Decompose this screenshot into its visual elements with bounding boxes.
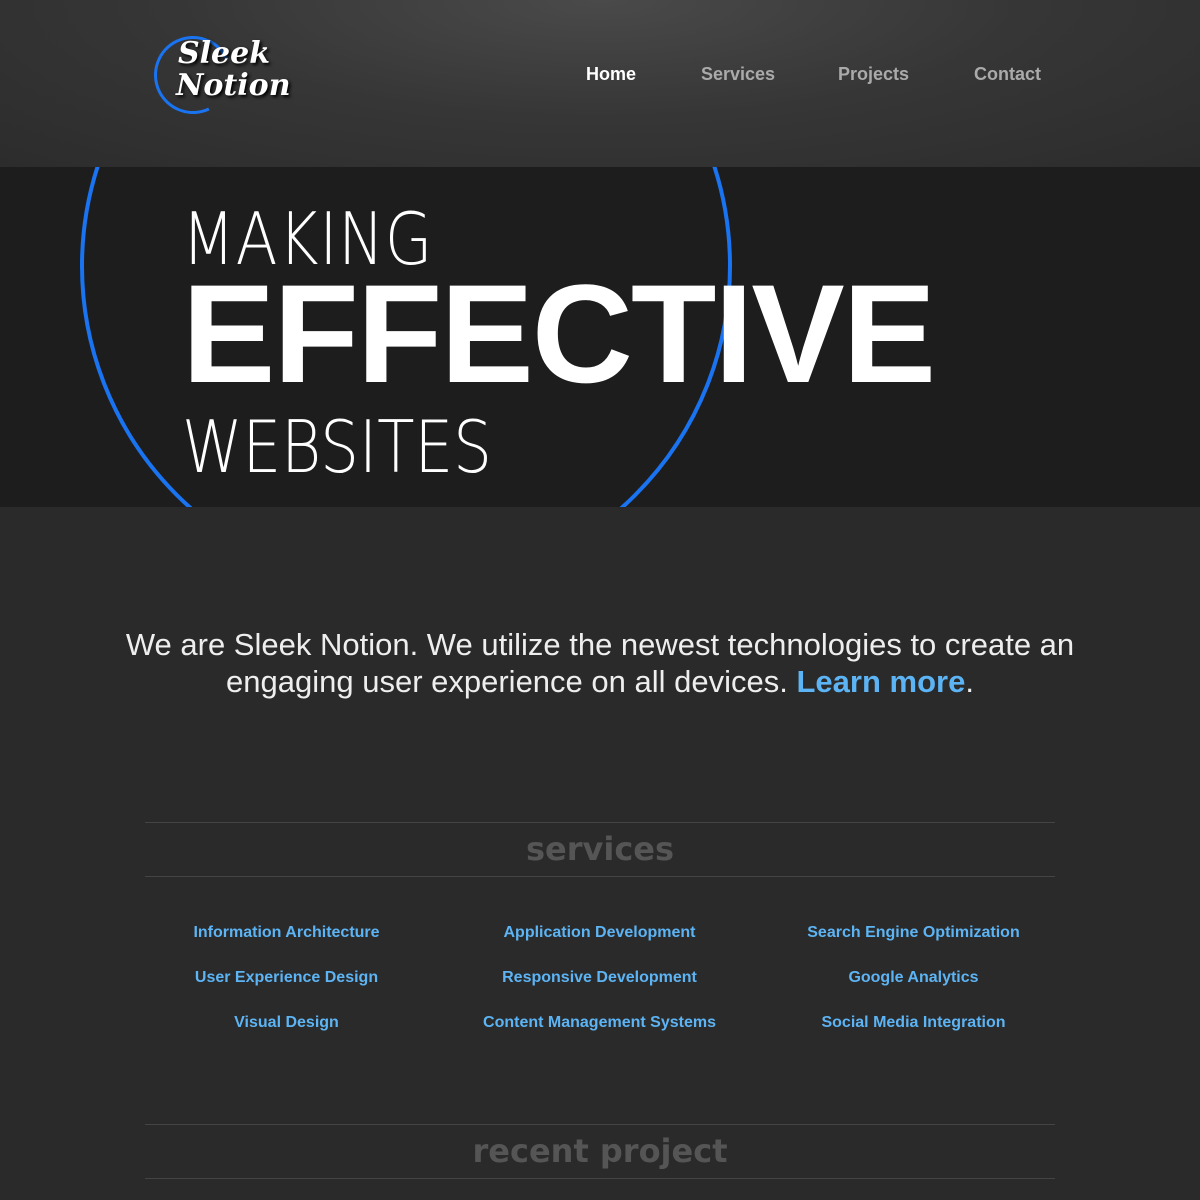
intro-text: We are Sleek Notion. We utilize the newe… — [100, 626, 1100, 700]
nav-services[interactable]: Services — [701, 64, 775, 85]
hero-banner: MAKING EFFECTIVE WEBSITES — [0, 167, 1200, 507]
logo-line2: Notion — [176, 68, 291, 103]
service-link[interactable]: Visual Design — [130, 1014, 443, 1032]
service-link[interactable]: Google Analytics — [757, 969, 1070, 987]
divider — [145, 822, 1055, 823]
intro-end: . — [965, 664, 974, 699]
service-link[interactable]: Search Engine Optimization — [757, 924, 1070, 942]
divider — [145, 876, 1055, 877]
service-link[interactable]: Social Media Integration — [757, 1014, 1070, 1032]
divider — [145, 1178, 1055, 1179]
hero-line-effective: EFFECTIVE — [182, 255, 936, 412]
services-heading: services — [525, 830, 675, 868]
service-link[interactable]: Responsive Development — [443, 969, 756, 987]
header: Sleek Notion Home Services Projects Conta… — [0, 0, 1200, 167]
divider — [145, 1124, 1055, 1125]
service-link[interactable]: Information Architecture — [130, 924, 443, 942]
nav-home[interactable]: Home — [586, 64, 636, 85]
learn-more-link[interactable]: Learn more — [796, 664, 965, 699]
logo[interactable]: Sleek Notion — [143, 25, 302, 125]
service-link[interactable]: Application Development — [443, 924, 756, 942]
service-link[interactable]: Content Management Systems — [443, 1014, 756, 1032]
service-link[interactable]: User Experience Design — [130, 969, 443, 987]
nav-contact[interactable]: Contact — [974, 64, 1041, 85]
logo-line1: Sleek — [178, 36, 271, 71]
nav-projects[interactable]: Projects — [838, 64, 909, 85]
recent-project-heading: recent project — [472, 1132, 728, 1170]
hero-line-websites: WEBSITES — [182, 405, 492, 489]
